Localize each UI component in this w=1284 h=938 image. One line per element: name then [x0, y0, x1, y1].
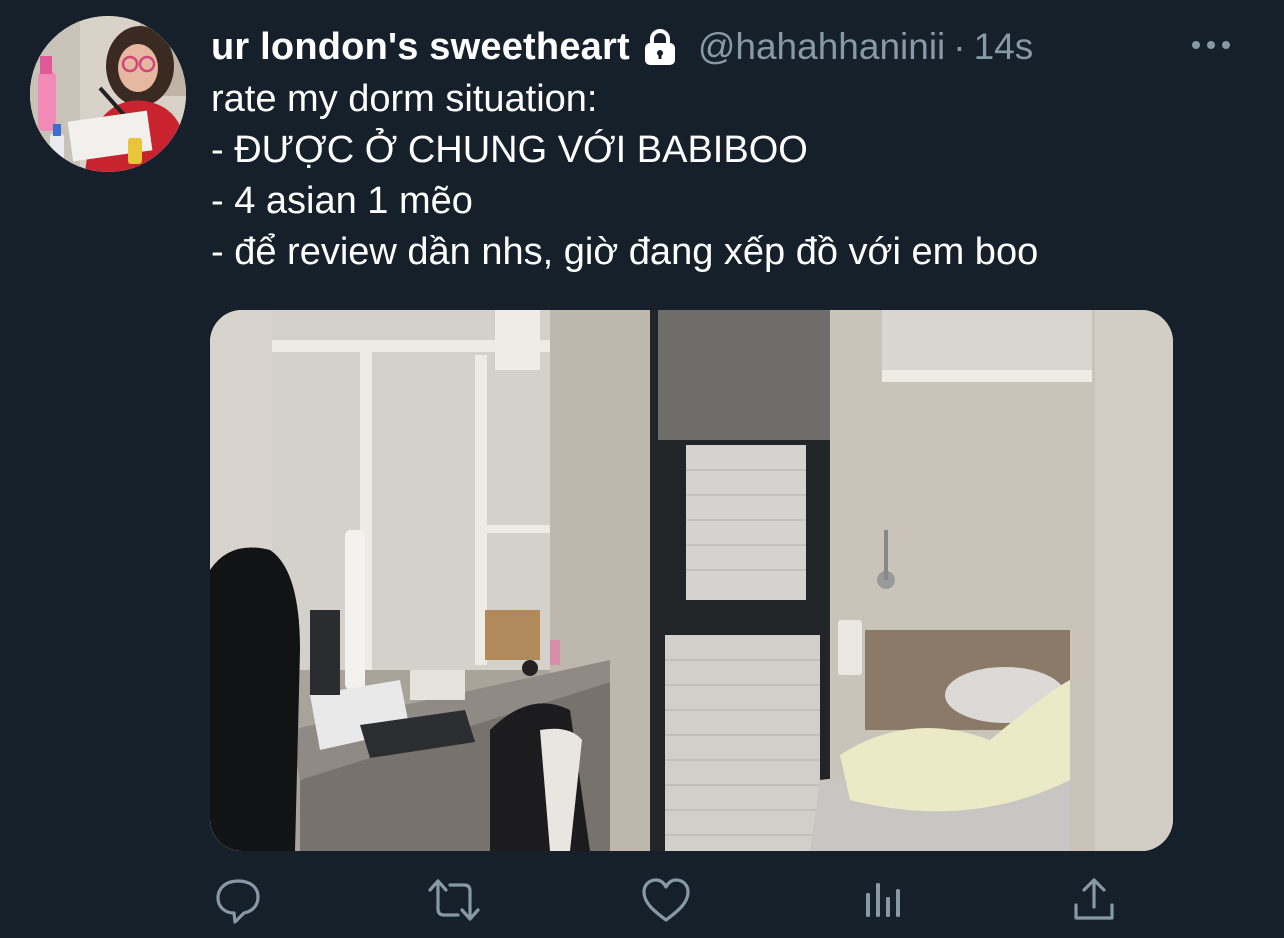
- reply-icon: [216, 879, 260, 924]
- tweet-text-line: - 4 asian 1 mẽo: [211, 180, 473, 222]
- like-button[interactable]: [638, 872, 694, 928]
- separator-dot: ·: [953, 26, 966, 67]
- retweet-button[interactable]: [426, 872, 482, 928]
- like-icon: [642, 878, 690, 922]
- reply-button[interactable]: [210, 872, 266, 928]
- tweet-actions: [210, 872, 1130, 932]
- tweet-text: rate my dorm situation: - ĐƯỢC Ở CHUNG V…: [211, 74, 1251, 278]
- tweet-header: ur london's sweetheart @hahahhaninii · 1…: [211, 22, 1264, 72]
- share-button[interactable]: [1066, 872, 1122, 928]
- tweet-text-line: - ĐƯỢC Ở CHUNG VỚI BABIBOO: [211, 129, 808, 171]
- tweet: ur london's sweetheart @hahahhaninii · 1…: [0, 0, 1284, 938]
- user-handle[interactable]: @hahahhaninii: [698, 26, 945, 68]
- lock-icon: [640, 27, 680, 67]
- retweet-icon: [428, 879, 480, 921]
- display-name[interactable]: ur london's sweetheart: [211, 26, 630, 69]
- avatar[interactable]: [30, 16, 186, 172]
- tweet-text-line: - để review dần nhs, giờ đang xếp đồ với…: [211, 231, 1039, 273]
- timestamp[interactable]: 14s: [974, 26, 1034, 68]
- more-options-icon[interactable]: [1188, 30, 1234, 60]
- avatar-image: [30, 16, 186, 172]
- share-icon: [1074, 878, 1114, 920]
- analytics-button[interactable]: [854, 872, 910, 928]
- tweet-text-line: rate my dorm situation:: [211, 78, 598, 120]
- tweet-photo[interactable]: [210, 310, 1173, 851]
- analytics-icon: [866, 883, 900, 917]
- dorm-room-photo: [210, 310, 1173, 851]
